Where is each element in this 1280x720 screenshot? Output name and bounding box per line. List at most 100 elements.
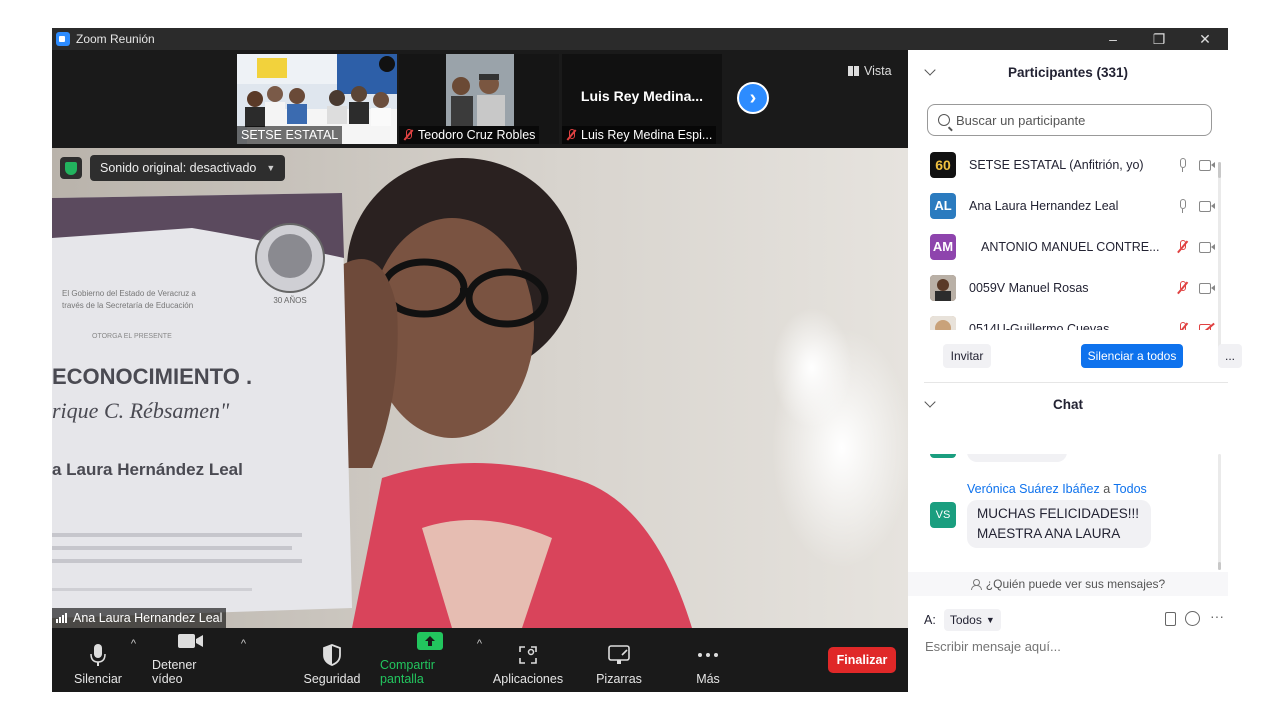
muted-mic-icon bbox=[403, 129, 413, 141]
mute-button[interactable]: Silenciar ^ bbox=[74, 628, 136, 692]
security-button[interactable]: Seguridad bbox=[304, 628, 361, 692]
emoji-icon[interactable] bbox=[1185, 611, 1200, 626]
avatar: AM bbox=[930, 233, 956, 260]
chat-recipient[interactable]: Todos bbox=[1113, 482, 1146, 496]
participant-row[interactable]: 0059V Manuel Rosas bbox=[930, 267, 1215, 308]
participants-header: Participantes (331) bbox=[908, 52, 1228, 92]
chat-bubble: MUCHAS FELICIDADES!!! MAESTRA ANA LAURA bbox=[967, 500, 1151, 548]
certificate-subtitle: rique C. Rébsamen" bbox=[52, 398, 230, 423]
video-camera-icon[interactable] bbox=[1199, 157, 1215, 173]
chat-messages: Verónica Suárez Ibáñez a Todos VS MUCHAS… bbox=[908, 454, 1218, 571]
mute-all-button[interactable]: Silenciar a todos bbox=[1081, 344, 1183, 368]
chat-sender[interactable]: Verónica Suárez Ibáñez bbox=[967, 482, 1100, 496]
thumbnail-luis-rey-medina[interactable]: Luis Rey Medina... Luis Rey Medina Espi.… bbox=[562, 54, 722, 144]
participant-row[interactable]: 0514U-Guillermo Cuevas bbox=[930, 308, 1215, 330]
certificate-line: El Gobierno del Estado de Veracruz a bbox=[62, 289, 196, 298]
who-can-see-messages[interactable]: ¿Quién puede ver sus mensajes? bbox=[908, 572, 1228, 596]
person-icon bbox=[970, 579, 982, 590]
video-camera-icon bbox=[178, 628, 204, 654]
original-sound-toggle[interactable]: Sonido original: desactivado ▼ bbox=[90, 155, 286, 181]
apps-icon bbox=[518, 642, 538, 668]
collapse-chat-icon[interactable] bbox=[924, 396, 936, 408]
thumbnail-name: Luis Rey Medina Espi... bbox=[562, 126, 717, 144]
participant-list: 60 SETSE ESTATAL (Anfitrión, yo) AL Ana … bbox=[908, 144, 1218, 330]
avatar bbox=[930, 315, 956, 330]
whiteboards-button[interactable]: Pizarras bbox=[594, 628, 644, 692]
avatar: VS bbox=[930, 502, 956, 528]
muted-mic-icon[interactable] bbox=[1175, 239, 1191, 255]
speaker-name-tag: Ana Laura Hernandez Leal bbox=[52, 608, 227, 628]
view-button[interactable]: Vista bbox=[848, 64, 892, 78]
certificate-title: ECONOCIMIENTO . bbox=[52, 364, 252, 389]
video-camera-icon[interactable] bbox=[1199, 280, 1215, 296]
side-panel: Participantes (331) Buscar un participan… bbox=[908, 50, 1242, 692]
avatar bbox=[930, 454, 956, 458]
chat-bubble-partial bbox=[967, 454, 1067, 462]
caret-down-icon: ▼ bbox=[266, 163, 276, 173]
stop-video-button[interactable]: Detener vídeo ^ bbox=[152, 628, 246, 692]
certificate-seal-text: 30 AÑOS bbox=[273, 296, 306, 305]
chat-header: Chat bbox=[908, 384, 1228, 424]
more-button[interactable]: Más bbox=[690, 628, 726, 692]
divider bbox=[924, 382, 1228, 383]
meeting-toolbar: Silenciar ^ Detener vídeo ^ Seguridad Co… bbox=[52, 628, 908, 692]
microphone-icon[interactable] bbox=[1175, 157, 1191, 173]
invite-button[interactable]: Invitar bbox=[943, 344, 991, 368]
encryption-shield-icon[interactable] bbox=[60, 157, 82, 179]
audio-options-caret[interactable]: ^ bbox=[131, 638, 136, 650]
search-icon bbox=[938, 114, 950, 126]
certificate-line: OTORGA EL PRESENTE bbox=[92, 333, 172, 340]
more-icon bbox=[697, 642, 719, 668]
share-screen-button[interactable]: Compartir pantalla ^ bbox=[380, 628, 482, 692]
end-meeting-button[interactable]: Finalizar bbox=[828, 647, 896, 673]
file-icon[interactable] bbox=[1165, 612, 1176, 626]
muted-mic-icon[interactable] bbox=[1175, 280, 1191, 296]
sound-bar: Sonido original: desactivado ▼ bbox=[60, 154, 286, 182]
speaker-video-frame: 30 AÑOS El Gobierno del Estado de Veracr… bbox=[52, 148, 908, 628]
minimize-button[interactable]: – bbox=[1090, 28, 1136, 50]
video-camera-icon[interactable] bbox=[1199, 239, 1215, 255]
video-camera-icon[interactable] bbox=[1199, 198, 1215, 214]
avatar bbox=[930, 274, 956, 301]
participants-scrollbar[interactable] bbox=[1218, 162, 1221, 352]
muted-mic-icon[interactable] bbox=[1175, 321, 1191, 330]
muted-mic-icon bbox=[566, 129, 576, 141]
microphone-icon[interactable] bbox=[1175, 198, 1191, 214]
apps-button[interactable]: Aplicaciones bbox=[493, 628, 563, 692]
more-options-button[interactable]: ... bbox=[1218, 344, 1242, 368]
certificate-recipient: a Laura Hernández Leal bbox=[52, 460, 243, 479]
participant-row[interactable]: AM ANTONIO MANUEL CONTRE... bbox=[930, 226, 1215, 267]
certificate-line: través de la Secretaría de Educación bbox=[62, 301, 193, 310]
zoom-window: Zoom Reunión – ❐ ✕ SETSE ESTATAL Teodoro… bbox=[52, 28, 1242, 692]
grid-icon bbox=[848, 66, 859, 76]
participant-row[interactable]: AL Ana Laura Hernandez Leal bbox=[930, 185, 1215, 226]
share-options-caret[interactable]: ^ bbox=[477, 638, 482, 650]
signal-strength-icon bbox=[56, 613, 68, 623]
zoom-logo-icon bbox=[56, 32, 70, 46]
share-screen-icon bbox=[417, 628, 443, 654]
thumbnail-big-name: Luis Rey Medina... bbox=[580, 88, 704, 104]
video-off-icon[interactable] bbox=[1199, 321, 1215, 330]
avatar: AL bbox=[930, 192, 956, 219]
more-icon[interactable]: ··· bbox=[1210, 608, 1224, 624]
chat-message-input[interactable] bbox=[925, 636, 1215, 656]
main-video: 30 AÑOS El Gobierno del Estado de Veracr… bbox=[52, 148, 908, 628]
chat-scrollbar[interactable] bbox=[1218, 454, 1221, 570]
thumbnail-name: SETSE ESTATAL bbox=[237, 126, 343, 144]
microphone-icon bbox=[90, 642, 106, 668]
collapse-participants-icon[interactable] bbox=[924, 64, 936, 76]
meeting-area: SETSE ESTATAL Teodoro Cruz Robles Luis R… bbox=[52, 50, 908, 692]
avatar: 60 bbox=[930, 151, 956, 178]
chat-sender-line: Verónica Suárez Ibáñez a Todos bbox=[967, 482, 1147, 496]
participant-search-input[interactable]: Buscar un participante bbox=[927, 104, 1212, 136]
next-page-arrow-icon[interactable]: › bbox=[737, 82, 769, 114]
title-bar: Zoom Reunión – ❐ ✕ bbox=[52, 28, 1228, 50]
thumbnail-name: Teodoro Cruz Robles bbox=[399, 126, 540, 144]
thumbnail-setse-estatal[interactable]: SETSE ESTATAL bbox=[237, 54, 397, 144]
restore-button[interactable]: ❐ bbox=[1136, 28, 1182, 50]
video-options-caret[interactable]: ^ bbox=[241, 638, 246, 650]
recipient-select[interactable]: Todos ▼ bbox=[943, 609, 1001, 631]
participant-row[interactable]: 60 SETSE ESTATAL (Anfitrión, yo) bbox=[930, 144, 1215, 185]
thumbnail-teodoro-cruz-robles[interactable]: Teodoro Cruz Robles bbox=[399, 54, 559, 144]
close-button[interactable]: ✕ bbox=[1182, 28, 1228, 50]
